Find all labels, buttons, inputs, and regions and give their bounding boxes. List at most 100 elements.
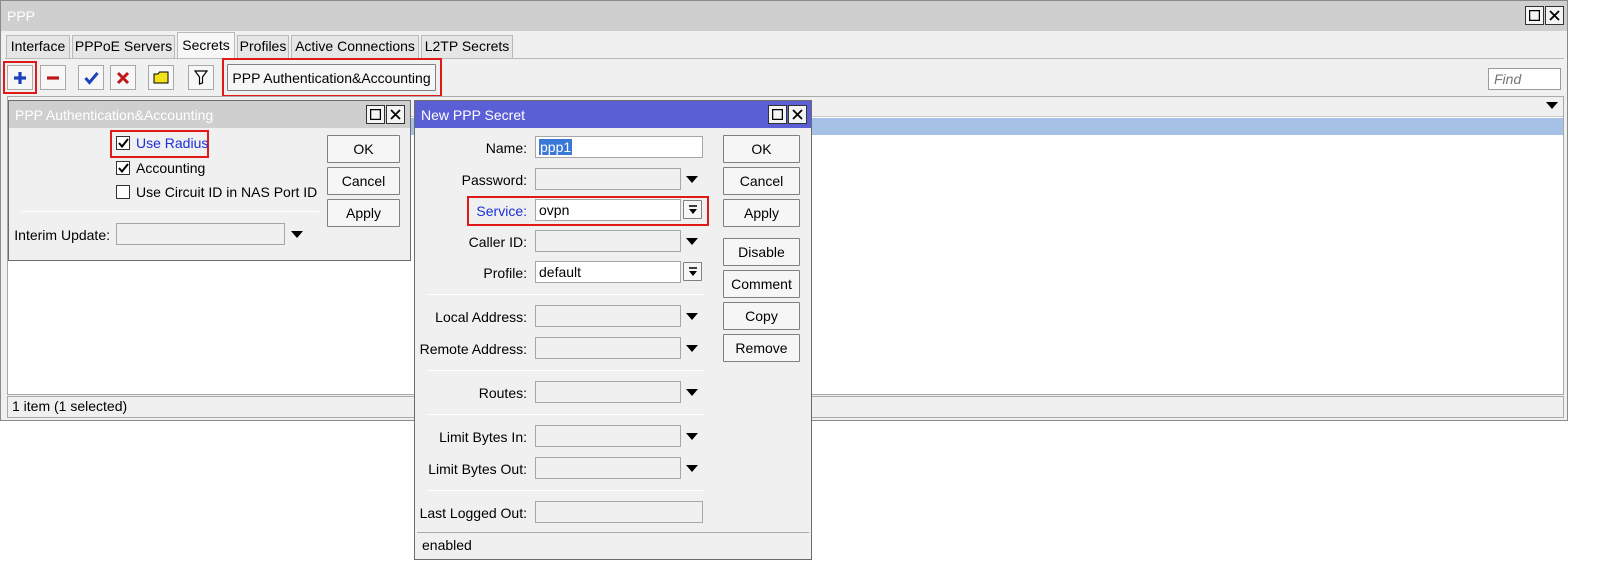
tab-profiles[interactable]: Profiles <box>237 35 289 58</box>
limit-bytes-out-field[interactable] <box>535 457 681 479</box>
interim-update-field[interactable] <box>116 223 285 245</box>
routes-label: Routes: <box>478 385 527 401</box>
secret-comment-button[interactable]: Comment <box>723 270 800 298</box>
auth-dialog: PPP Authentication&Accounting Use Radius… <box>8 100 411 261</box>
secret-ok-button[interactable]: OK <box>723 135 800 163</box>
use-radius-checkbox[interactable] <box>116 136 130 150</box>
ppp-auth-accounting-button[interactable]: PPP Authentication&Accounting <box>227 64 436 91</box>
disable-button[interactable] <box>110 65 136 90</box>
dropdown-arrow-icon <box>688 204 697 214</box>
accounting-checkbox[interactable] <box>116 161 130 175</box>
remove-button[interactable] <box>40 65 66 90</box>
column-menu-icon[interactable] <box>1546 102 1558 109</box>
separator <box>427 294 703 295</box>
secret-copy-button[interactable]: Copy <box>723 302 800 330</box>
auth-apply-button[interactable]: Apply <box>327 199 400 227</box>
remote-address-dropdown-icon[interactable] <box>686 345 698 352</box>
auth-dialog-titlebar[interactable]: PPP Authentication&Accounting <box>9 101 410 128</box>
local-address-dropdown-icon[interactable] <box>686 313 698 320</box>
tab-interface[interactable]: Interface <box>6 35 70 58</box>
interim-update-label: Interim Update: <box>14 227 110 243</box>
maximize-icon <box>370 109 381 120</box>
comment-button[interactable] <box>148 65 174 90</box>
add-button[interactable] <box>7 65 33 90</box>
name-field[interactable]: ppp1 <box>535 136 703 158</box>
tab-secrets[interactable]: Secrets <box>177 32 235 58</box>
circuit-id-checkbox[interactable] <box>116 185 130 199</box>
separator <box>21 211 319 212</box>
service-field[interactable]: ovpn <box>535 199 681 221</box>
profile-label: Profile: <box>483 265 527 281</box>
filter-button[interactable] <box>188 65 214 90</box>
profile-select-button[interactable] <box>683 262 702 281</box>
window-titlebar[interactable]: PPP <box>1 1 1567 31</box>
caller-id-field[interactable] <box>535 230 681 252</box>
limit-bytes-out-label: Limit Bytes Out: <box>428 461 527 477</box>
profile-field[interactable]: default <box>535 261 681 283</box>
close-icon <box>390 109 401 120</box>
routes-dropdown-icon[interactable] <box>686 389 698 396</box>
checkmark-icon <box>83 71 99 85</box>
limit-bytes-out-dropdown-icon[interactable] <box>686 465 698 472</box>
secret-dialog-titlebar[interactable]: New PPP Secret <box>415 101 811 128</box>
secret-cancel-button[interactable]: Cancel <box>723 167 800 195</box>
name-label: Name: <box>485 140 527 156</box>
tab-l2tp-secrets[interactable]: L2TP Secrets <box>421 35 513 58</box>
separator <box>427 414 703 415</box>
tab-active-connections[interactable]: Active Connections <box>291 35 419 58</box>
limit-bytes-in-dropdown-icon[interactable] <box>686 433 698 440</box>
new-secret-dialog: New PPP Secret Name: ppp1 Password: Serv… <box>414 100 812 560</box>
name-value: ppp1 <box>539 139 573 155</box>
local-address-field[interactable] <box>535 305 681 327</box>
auth-cancel-button[interactable]: Cancel <box>327 167 400 195</box>
accounting-label[interactable]: Accounting <box>136 160 205 176</box>
dropdown-arrow-icon <box>688 266 697 276</box>
x-icon <box>116 71 130 84</box>
routes-field[interactable] <box>535 381 681 403</box>
secret-disable-button[interactable]: Disable <box>723 238 800 266</box>
password-field[interactable] <box>535 168 681 190</box>
last-logged-out-label: Last Logged Out: <box>419 505 527 521</box>
minus-icon <box>47 75 59 80</box>
secret-status-bar: enabled <box>417 532 809 558</box>
auth-dialog-maximize-button[interactable] <box>366 105 385 124</box>
auth-dialog-title: PPP Authentication&Accounting <box>15 107 214 123</box>
remote-address-label: Remote Address: <box>419 341 527 357</box>
last-logged-out-field <box>535 501 703 523</box>
window-title: PPP <box>7 8 36 24</box>
local-address-label: Local Address: <box>435 309 527 325</box>
remote-address-field[interactable] <box>535 337 681 359</box>
caller-id-label: Caller ID: <box>468 234 527 250</box>
find-input[interactable] <box>1488 68 1561 90</box>
auth-ok-button[interactable]: OK <box>327 135 400 163</box>
secret-dialog-title: New PPP Secret <box>421 107 526 123</box>
auth-dialog-close-button[interactable] <box>386 105 405 124</box>
checkmark-icon <box>117 163 129 173</box>
caller-id-dropdown-icon[interactable] <box>686 238 698 245</box>
checkmark-icon <box>117 138 129 148</box>
interim-update-dropdown-icon[interactable] <box>291 231 303 238</box>
tab-pppoe-servers[interactable]: PPPoE Servers <box>72 35 175 58</box>
secret-dialog-close-button[interactable] <box>788 105 807 124</box>
plus-icon <box>14 71 26 84</box>
password-label: Password: <box>461 172 527 188</box>
secret-remove-button[interactable]: Remove <box>723 334 800 362</box>
secret-dialog-maximize-button[interactable] <box>768 105 787 124</box>
filter-icon <box>194 70 208 85</box>
limit-bytes-in-field[interactable] <box>535 425 681 447</box>
limit-bytes-in-label: Limit Bytes In: <box>439 429 527 445</box>
maximize-button[interactable] <box>1525 6 1544 25</box>
close-button[interactable] <box>1545 6 1564 25</box>
service-select-button[interactable] <box>683 200 702 219</box>
enable-button[interactable] <box>78 65 104 90</box>
close-icon <box>1549 10 1560 21</box>
password-dropdown-icon[interactable] <box>686 176 698 183</box>
secret-apply-button[interactable]: Apply <box>723 199 800 227</box>
maximize-icon <box>772 109 783 120</box>
use-radius-label[interactable]: Use Radius <box>136 135 208 151</box>
note-icon <box>153 71 169 84</box>
separator <box>427 370 703 371</box>
maximize-icon <box>1529 10 1540 21</box>
service-label: Service: <box>476 203 527 219</box>
circuit-id-label[interactable]: Use Circuit ID in NAS Port ID <box>136 184 317 200</box>
